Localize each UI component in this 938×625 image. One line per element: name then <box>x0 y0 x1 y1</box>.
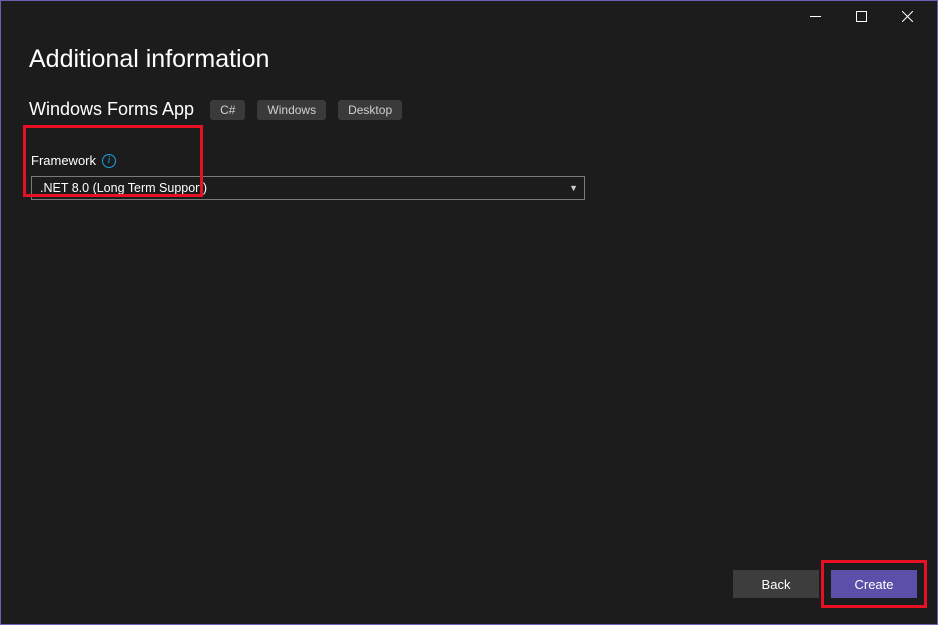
info-icon[interactable]: i <box>102 154 116 168</box>
back-button[interactable]: Back <box>733 570 819 598</box>
close-icon <box>902 11 913 22</box>
create-button[interactable]: Create <box>831 570 917 598</box>
minimize-button[interactable] <box>793 2 837 30</box>
framework-selected-value: .NET 8.0 (Long Term Support) <box>40 181 207 195</box>
tag-type: Desktop <box>338 100 402 120</box>
title-bar <box>1 1 937 31</box>
template-name: Windows Forms App <box>29 99 194 120</box>
framework-dropdown[interactable]: .NET 8.0 (Long Term Support) ▼ <box>31 176 585 200</box>
tag-platform: Windows <box>257 100 326 120</box>
tag-language: C# <box>210 100 245 120</box>
close-button[interactable] <box>885 2 929 30</box>
maximize-icon <box>856 11 867 22</box>
subtitle-row: Windows Forms App C# Windows Desktop <box>29 99 937 120</box>
framework-label: Framework <box>31 153 96 168</box>
page-title: Additional information <box>29 45 937 74</box>
framework-label-row: Framework i <box>31 153 937 168</box>
button-row: Back Create <box>733 570 917 598</box>
minimize-icon <box>810 16 821 17</box>
chevron-down-icon: ▼ <box>569 183 578 193</box>
maximize-button[interactable] <box>839 2 883 30</box>
